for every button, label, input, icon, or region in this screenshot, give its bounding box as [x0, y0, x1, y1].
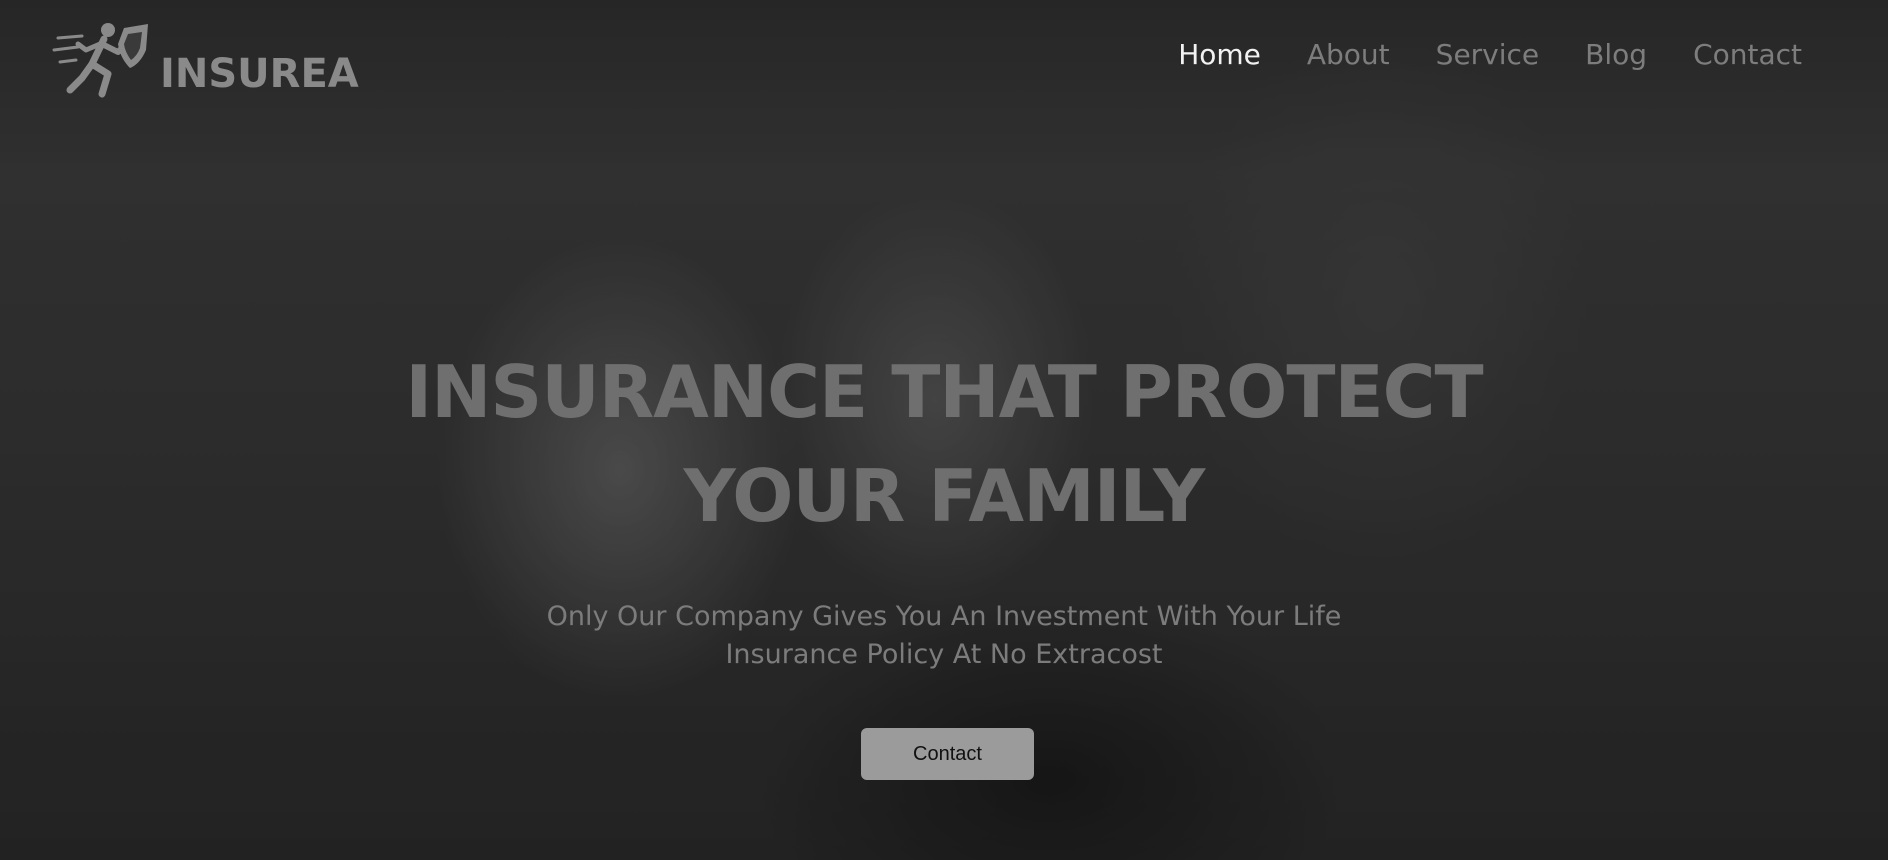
hero-section: INSUREA Home About Service Blog Contact … — [0, 0, 1888, 860]
nav-item-home[interactable]: Home — [1178, 38, 1261, 72]
nav-item-service[interactable]: Service — [1436, 38, 1539, 72]
hero-subtitle: Only Our Company Gives You An Investment… — [0, 598, 1888, 674]
running-man-shield-icon — [52, 23, 148, 98]
hero-subtitle-line-2: Insurance Policy At No Extracost — [725, 639, 1163, 670]
hero-headline-line-1: INSURANCE THAT PROTECT — [405, 350, 1483, 434]
contact-button[interactable]: Contact — [861, 728, 1034, 780]
main-nav: Home About Service Blog Contact — [1178, 38, 1802, 72]
nav-item-contact[interactable]: Contact — [1693, 38, 1802, 72]
brand-name: INSUREA — [160, 51, 359, 97]
hero-headline-line-2: YOUR FAMILY — [683, 454, 1206, 538]
site-header: INSUREA Home About Service Blog Contact — [0, 0, 1888, 110]
nav-item-about[interactable]: About — [1307, 38, 1390, 72]
hero-subtitle-line-1: Only Our Company Gives You An Investment… — [546, 601, 1342, 632]
brand-logo[interactable]: INSUREA — [52, 20, 359, 100]
nav-item-blog[interactable]: Blog — [1585, 38, 1647, 72]
hero-headline: INSURANCE THAT PROTECT YOUR FAMILY — [0, 340, 1888, 548]
